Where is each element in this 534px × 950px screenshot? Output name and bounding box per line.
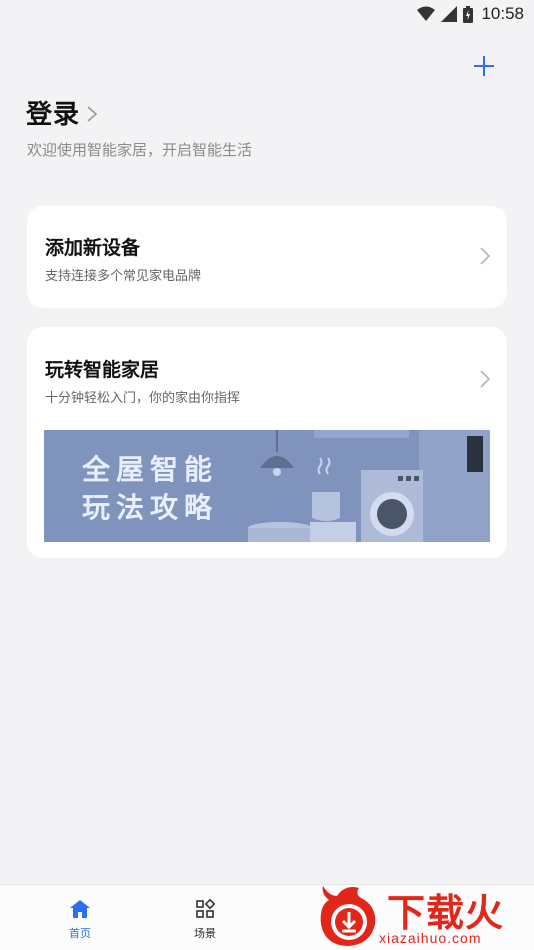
banner-title-line1: 全屋智能 bbox=[82, 453, 219, 486]
chevron-right-icon bbox=[480, 370, 491, 388]
nav-label-scene: 场景 bbox=[194, 927, 216, 940]
nav-item-home[interactable]: 首页 bbox=[50, 899, 110, 941]
smart-home-guide-banner[interactable]: 全屋智能 玩法攻略 bbox=[44, 430, 490, 542]
flame-logo-icon bbox=[320, 886, 376, 946]
add-device-card[interactable]: 添加新设备 支持连接多个常见家电品牌 bbox=[27, 206, 507, 308]
status-bar: 10:58 bbox=[0, 0, 534, 28]
nav-label-home: 首页 bbox=[69, 927, 91, 940]
login-link[interactable]: 登录 bbox=[26, 94, 98, 131]
login-subtitle: 欢迎使用智能家居，开启智能生活 bbox=[27, 141, 253, 159]
chevron-right-icon bbox=[480, 247, 491, 265]
watermark-logo: 下载火 xiazaihuo.com bbox=[315, 880, 534, 950]
status-time: 10:58 bbox=[481, 4, 524, 23]
home-icon bbox=[70, 900, 90, 918]
add-button[interactable] bbox=[470, 52, 498, 80]
watermark-domain: xiazaihuo.com bbox=[379, 930, 482, 946]
plus-icon bbox=[474, 56, 494, 76]
play-smart-home-card[interactable]: 玩转智能家居 十分钟轻松入门，你的家由你指挥 全屋智能 玩法攻略 bbox=[27, 327, 507, 558]
scene-grid-icon bbox=[196, 898, 216, 918]
signal-icon bbox=[441, 6, 458, 22]
watermark-brand: 下载火 bbox=[387, 891, 505, 935]
add-device-subtitle: 支持连接多个常见家电品牌 bbox=[45, 269, 202, 284]
battery-icon bbox=[463, 5, 474, 23]
banner-title-line2: 玩法攻略 bbox=[82, 491, 219, 524]
status-icons: 10:58 bbox=[417, 4, 524, 24]
add-device-title: 添加新设备 bbox=[45, 237, 141, 259]
play-smart-home-title: 玩转智能家居 bbox=[45, 359, 160, 381]
login-title: 登录 bbox=[26, 100, 81, 130]
chevron-right-icon bbox=[87, 105, 98, 122]
nav-item-scene[interactable]: 场景 bbox=[175, 898, 235, 941]
wifi-icon bbox=[417, 6, 436, 21]
play-smart-home-subtitle: 十分钟轻松入门，你的家由你指挥 bbox=[45, 391, 241, 406]
